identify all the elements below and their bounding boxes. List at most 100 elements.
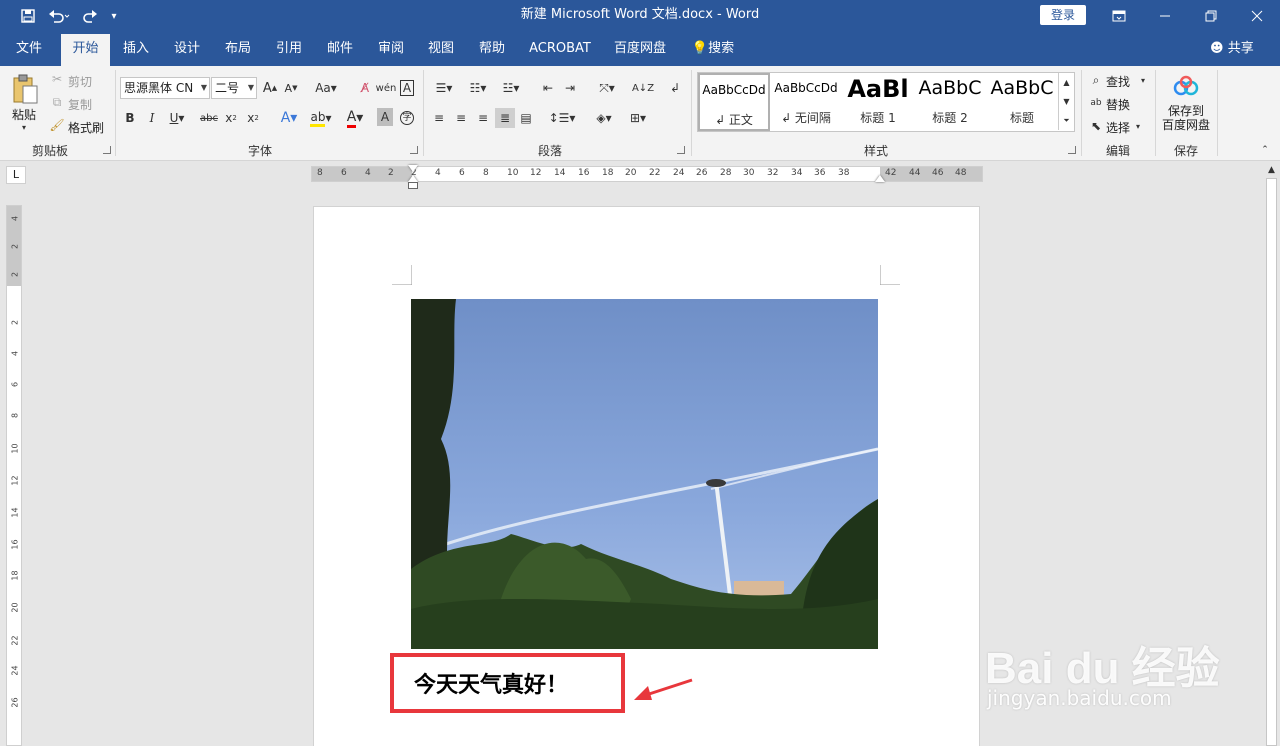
find-label[interactable]: 查找 — [1106, 73, 1130, 90]
shading-icon[interactable]: ◈▾ — [590, 108, 618, 128]
font-color-icon[interactable]: A ▾ — [341, 108, 369, 128]
paste-label[interactable]: 粘贴 — [12, 106, 36, 123]
tab-stop-selector[interactable]: L — [6, 166, 26, 184]
bold-icon[interactable]: B — [122, 108, 138, 128]
style-title[interactable]: AaBbC 标题 — [986, 73, 1058, 131]
style-heading-2[interactable]: AaBbC 标题 2 — [914, 73, 986, 131]
share-button[interactable]: ☻ 共享 — [1210, 32, 1254, 66]
line-spacing-icon[interactable]: ↕☰▾ — [548, 108, 576, 128]
borders-icon[interactable]: ⊞▾ — [624, 108, 652, 128]
inserted-photo[interactable] — [411, 299, 878, 649]
tab-baidu-netdisk[interactable]: 百度网盘 — [608, 32, 672, 66]
format-painter-label[interactable]: 格式刷 — [68, 119, 104, 136]
tab-home[interactable]: 开始 — [61, 34, 110, 66]
login-button[interactable]: 登录 — [1040, 5, 1086, 25]
left-indent-marker[interactable] — [408, 182, 418, 189]
font-size-combo[interactable]: 二号 ▼ — [211, 77, 257, 99]
align-center-icon[interactable]: ≡ — [452, 108, 470, 128]
tab-references[interactable]: 引用 — [267, 32, 311, 66]
decrease-indent-icon[interactable]: ⇤ — [538, 78, 558, 98]
text-effects-icon[interactable]: A▾ — [276, 108, 302, 128]
grow-font-icon[interactable]: A ▲ — [261, 78, 279, 98]
tab-review[interactable]: 审阅 — [369, 32, 413, 66]
customize-qat-icon[interactable]: ▾ — [104, 0, 124, 32]
font-name-combo[interactable]: 思源黑体 CN ▼ — [120, 77, 210, 99]
tab-design[interactable]: 设计 — [165, 32, 209, 66]
tab-mailings[interactable]: 邮件 — [318, 32, 362, 66]
style-heading-1[interactable]: AaBl 标题 1 — [842, 73, 914, 131]
redo-icon[interactable] — [76, 0, 104, 32]
select-dropdown-icon[interactable]: ▾ — [1133, 118, 1143, 134]
show-formatting-marks-icon[interactable]: ↲ — [666, 78, 684, 98]
minimize-icon[interactable] — [1142, 0, 1188, 32]
style-normal[interactable]: AaBbCcDd ↲ 正文 — [698, 73, 770, 131]
find-icon[interactable]: ⌕ — [1088, 72, 1104, 88]
chinese-layout-icon[interactable]: ⤧▾ — [592, 78, 622, 98]
restore-icon[interactable] — [1188, 0, 1234, 32]
hanging-indent-marker[interactable] — [408, 175, 418, 182]
scroll-up-icon[interactable]: ▲ — [1263, 162, 1280, 178]
highlight-color-icon[interactable]: ab ▾ — [307, 108, 335, 128]
baidu-netdisk-icon[interactable] — [1172, 74, 1200, 98]
format-painter-icon[interactable]: 🖌 — [49, 118, 64, 132]
numbering-icon[interactable]: ☷▾ — [464, 78, 492, 98]
subscript-icon[interactable]: x2 — [222, 108, 240, 128]
character-border-icon[interactable]: A — [398, 78, 416, 98]
character-shading-icon[interactable]: A — [377, 108, 393, 126]
styles-scroll-down-icon[interactable]: ▼ — [1058, 92, 1074, 111]
tab-insert[interactable]: 插入 — [114, 32, 158, 66]
scrollbar-thumb[interactable] — [1266, 178, 1277, 746]
justify-icon[interactable]: ≣ — [495, 108, 515, 128]
vertical-scrollbar[interactable]: ▲ — [1263, 162, 1280, 746]
scissors-icon[interactable]: ✂ — [50, 72, 64, 86]
save-icon[interactable] — [14, 0, 42, 32]
clipboard-launcher-icon[interactable] — [103, 146, 111, 154]
select-label[interactable]: 选择 — [1106, 119, 1130, 136]
strikethrough-icon[interactable]: abc — [198, 108, 220, 128]
shrink-font-icon[interactable]: A ▼ — [282, 78, 300, 98]
change-case-icon[interactable]: Aa▾ — [311, 78, 341, 98]
tab-help[interactable]: 帮助 — [470, 32, 514, 66]
align-right-icon[interactable]: ≡ — [474, 108, 492, 128]
right-indent-marker[interactable] — [875, 175, 885, 182]
paragraph-launcher-icon[interactable] — [677, 146, 685, 154]
copy-icon[interactable]: ⧉ — [50, 95, 64, 109]
underline-icon[interactable]: U ▾ — [166, 108, 188, 128]
increase-indent-icon[interactable]: ⇥ — [560, 78, 580, 98]
styles-scroll-up-icon[interactable]: ▲ — [1058, 73, 1074, 92]
paste-dropdown-icon[interactable]: ▾ — [18, 122, 30, 132]
collapse-ribbon-icon[interactable]: ⌃ — [1258, 144, 1272, 156]
distributed-icon[interactable]: ▤ — [517, 108, 535, 128]
phonetic-guide-icon[interactable]: wén — [376, 78, 397, 98]
document-text[interactable]: 今天天气真好！ — [414, 667, 568, 699]
enclose-characters-icon[interactable]: 字 — [398, 108, 416, 128]
ribbon-display-options-icon[interactable] — [1096, 0, 1142, 32]
styles-more-icon[interactable]: ⏷ — [1058, 111, 1074, 130]
font-launcher-icon[interactable] — [410, 146, 418, 154]
vertical-ruler[interactable]: 4 2 2 2 4 6 8 10 12 14 16 18 20 22 24 26 — [6, 205, 22, 746]
align-left-icon[interactable]: ≡ — [430, 108, 448, 128]
tab-file[interactable]: 文件 — [8, 32, 50, 66]
multilevel-list-icon[interactable]: ☳▾ — [497, 78, 525, 98]
highlighted-text-box[interactable]: 今天天气真好！ — [390, 653, 625, 713]
bullets-icon[interactable]: ☰▾ — [430, 78, 458, 98]
sort-icon[interactable]: A↓Z — [632, 78, 654, 98]
tab-view[interactable]: 视图 — [419, 32, 463, 66]
paste-icon[interactable] — [10, 72, 40, 106]
styles-launcher-icon[interactable] — [1068, 146, 1076, 154]
replace-label[interactable]: 替换 — [1106, 96, 1130, 113]
close-icon[interactable] — [1234, 0, 1280, 32]
copy-label[interactable]: 复制 — [68, 96, 92, 113]
select-icon[interactable]: ⬉ — [1088, 118, 1104, 134]
replace-icon[interactable]: ab — [1088, 95, 1104, 111]
horizontal-ruler[interactable]: 8 6 4 2 2 4 6 8 10 12 14 16 18 20 22 24 26 28 30 32 34 36 38 42… — [311, 165, 983, 189]
undo-icon[interactable] — [42, 0, 76, 32]
tell-me-search[interactable]: 💡搜索 — [688, 32, 738, 66]
superscript-icon[interactable]: x2 — [244, 108, 262, 128]
clear-formatting-icon[interactable]: A̸ — [356, 78, 374, 98]
save-to-baidu-label[interactable]: 保存到 百度网盘 — [1161, 104, 1211, 132]
tab-acrobat[interactable]: ACROBAT — [525, 32, 595, 66]
style-no-spacing[interactable]: AaBbCcDd ↲ 无间隔 — [770, 73, 842, 131]
cut-label[interactable]: 剪切 — [68, 73, 92, 90]
find-dropdown-icon[interactable]: ▾ — [1138, 72, 1148, 88]
